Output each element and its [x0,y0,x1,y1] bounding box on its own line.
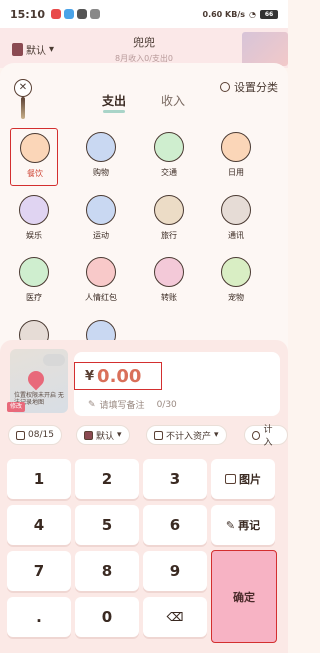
category-label: 购物 [93,168,109,177]
category-item[interactable]: 旅行 [145,191,193,249]
asset-chip[interactable]: 不计入资产 ▾ [146,425,227,445]
gear-icon [220,82,230,92]
category-label: 娱乐 [26,231,42,240]
date-chip[interactable]: 08/15 [8,425,62,445]
calendar-icon [16,430,25,440]
backspace-icon: ⌫ [166,610,184,624]
category-item[interactable]: 交通 [145,128,193,186]
bowl-icon [20,133,50,163]
banner-image[interactable] [242,32,288,66]
include-chip[interactable]: 计入 [244,425,288,448]
medkit-icon [19,257,49,287]
pen-icon: ✎ [225,518,236,532]
picture-label: 图片 [239,473,261,486]
category-label: 转账 [161,293,177,302]
category-item[interactable]: 转账 [145,253,193,311]
book-icon [84,430,93,440]
key-7[interactable]: 7 [7,551,71,591]
status-bar: 15:10 0.60 KB/s ◔ 66 [0,0,288,28]
category-item[interactable]: 医疗 [10,253,58,311]
settings-label: 设置分类 [234,81,278,94]
redpacket-icon [86,257,116,287]
transfer-icon [154,257,184,287]
key-6[interactable]: 6 [143,505,207,545]
category-label: 运动 [93,231,109,240]
backspace-button[interactable]: ⌫ [143,597,207,637]
close-icon[interactable]: ✕ [14,79,32,97]
caret-down-icon: ▾ [117,430,122,440]
category-label: 餐饮 [27,169,43,178]
app-header: 默认 ▾ 兜兜 8月收入0/支出0 [0,28,288,68]
category-label: 旅行 [161,231,177,240]
wifi-icon: ◔ [249,9,256,19]
category-item[interactable]: 购物 [77,128,125,186]
key-4[interactable]: 4 [7,505,71,545]
key-5[interactable]: 5 [75,505,139,545]
settings-category-button[interactable]: 设置分类 [220,79,278,95]
racket-icon [86,195,116,225]
book-chip-label: 默认 [96,431,115,442]
note-placeholder: 请填写备注 [99,401,145,411]
app-notification-icon [64,9,75,19]
bus-icon [154,132,184,162]
key-9[interactable]: 9 [143,551,207,591]
category-label: 人情红包 [85,293,117,302]
tab-income[interactable]: 收入 [161,92,185,109]
map-pin-icon [24,367,48,391]
key-0[interactable]: 0 [75,597,139,637]
amount-value: 0.00 [97,365,142,387]
confirm-button[interactable]: 确定 [211,550,277,643]
phone-icon [221,195,251,225]
image-icon [225,474,236,484]
battery-icon: 66 [260,9,278,19]
category-label: 日用 [228,168,244,177]
key-8[interactable]: 8 [75,551,139,591]
check-icon [252,430,261,440]
category-item[interactable]: 运动 [77,191,125,249]
book-chip[interactable]: 默认 ▾ [76,425,130,445]
category-label: 宠物 [228,293,244,302]
category-label: 通讯 [228,231,244,240]
include-label: 计入 [263,425,273,448]
category-item[interactable]: 日用 [212,128,260,186]
picture-button[interactable]: 图片 [211,459,275,499]
key-2[interactable]: 2 [75,459,139,499]
network-speed: 0.60 KB/s [202,9,246,19]
location-edit-badge[interactable]: 修改 [7,402,25,412]
bag-icon [86,132,116,162]
currency-symbol: ¥ [85,368,95,384]
gamepad-icon [19,195,49,225]
category-item[interactable]: 通讯 [212,191,260,249]
tissue-icon [221,132,251,162]
again-button[interactable]: ✎ 再记 [211,505,275,545]
amount-display[interactable]: ¥ 0.00 [74,362,162,390]
asset-icon [154,430,163,440]
category-item[interactable]: 宠物 [212,253,260,311]
note-input[interactable]: ✎ 请填写备注 0/30 [88,398,177,412]
category-item[interactable]: 人情红包 [77,253,125,311]
pencil-icon: ✎ [88,399,96,410]
notification-icon [51,9,62,19]
key-dot[interactable]: . [7,597,71,637]
tab-underline [103,110,125,113]
tassel-decoration [21,97,25,119]
date-label: 08/15 [28,430,54,440]
category-label: 交通 [161,168,177,177]
caret-down-icon: ▾ [214,430,219,440]
app-notification-icon [90,9,101,19]
note-counter: 0/30 [156,399,177,410]
signpost-icon [154,195,184,225]
category-item[interactable]: 娱乐 [10,191,58,249]
category-item[interactable]: 餐饮 [10,128,58,186]
location-toggle[interactable] [43,354,65,366]
tab-expense[interactable]: 支出 [102,92,126,109]
status-time: 15:10 [10,7,46,21]
app-notification-icon [77,9,88,19]
category-label: 医疗 [26,293,42,302]
key-3[interactable]: 3 [143,459,207,499]
key-1[interactable]: 1 [7,459,71,499]
asset-label: 不计入资产 [166,431,212,442]
again-label: 再记 [238,519,261,532]
paw-icon [221,257,251,287]
